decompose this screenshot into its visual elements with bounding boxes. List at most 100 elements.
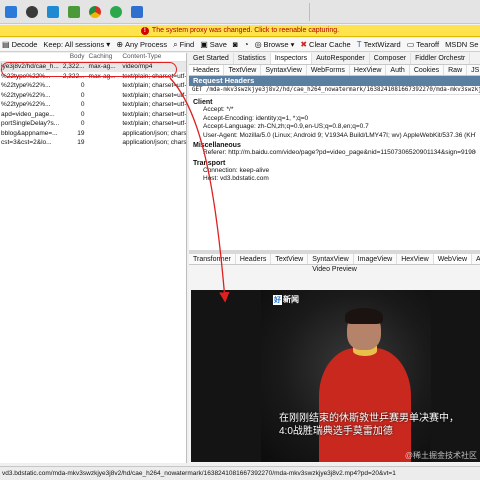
tab-webforms[interactable]: WebForms	[307, 65, 350, 75]
video-preview[interactable]: 好 新闻 在刚刚结束的休斯敦世乒赛男单决赛中， 4:0战胜瑞典选手莫雷加德 @稀…	[191, 290, 480, 462]
chrome-app-icon[interactable]	[86, 3, 104, 21]
any-process-button[interactable]: ⊕ Any Process	[116, 40, 167, 49]
vscode-app-icon[interactable]	[44, 3, 62, 21]
tab-fiddler-orchestr[interactable]: Fiddler Orchestr	[411, 53, 471, 64]
session-cell-url: %22type%22%...	[1, 82, 51, 90]
app-icon-blue[interactable]	[128, 3, 146, 21]
tearoff-button[interactable]: ▭ Tearoff	[407, 40, 439, 49]
header-line[interactable]: User-Agent: Mozilla/5.0 (Linux; Android …	[193, 132, 476, 141]
tab-hexview[interactable]: HexView	[397, 254, 434, 264]
session-cell-body: 0	[80, 110, 85, 118]
tab-syntaxview[interactable]: SyntaxView	[261, 65, 307, 75]
tab-headers[interactable]: Headers	[236, 254, 272, 264]
session-row[interactable]: bblog&appname=... 19 application/json; cha…	[0, 129, 186, 139]
find-button[interactable]: ⌕ Find	[173, 40, 194, 50]
save-button[interactable]: ▣ Save	[200, 40, 227, 49]
fiddler-app-icon[interactable]	[65, 3, 83, 21]
save-icon: ▣	[200, 40, 208, 49]
binoculars-icon: ⌕	[173, 39, 178, 49]
column-body[interactable]: Body	[60, 53, 87, 61]
tab-webview[interactable]: WebView	[433, 254, 472, 264]
request-headers-title: Request Headers	[189, 76, 480, 86]
player-hair	[345, 308, 383, 324]
clear-cache-button[interactable]: ✖ Clear Cache	[300, 40, 350, 49]
tab-raw[interactable]: Raw	[444, 65, 468, 75]
browse-button[interactable]: ◎ Browse ▾	[255, 40, 295, 49]
session-cell-type: text/plain; charset=utf-	[122, 82, 186, 90]
tearoff-icon: ▭	[406, 40, 415, 49]
tab-headers[interactable]: Headers	[189, 65, 225, 75]
session-cell-body: 0	[80, 82, 85, 90]
video-preview-label: Video Preview	[189, 265, 480, 275]
screenshot-button[interactable]: ◙	[233, 40, 238, 49]
session-row[interactable]: cst=3&cst=2&lo... 19 application/json; cha…	[0, 138, 186, 148]
request-line: GET /mda-mkv3swzkjye3j8v2/hd/cae_h264_no…	[189, 86, 480, 95]
session-cell-url: apd=video_page...	[1, 110, 55, 118]
header-line[interactable]: Referer: http://m.baidu.com/video/page?p…	[193, 149, 476, 158]
warning-text: The system proxy was changed. Click to r…	[151, 27, 340, 34]
tab-cookies[interactable]: Cookies	[410, 65, 445, 75]
tab-hexview[interactable]: HexView	[350, 65, 387, 75]
channel-logo: 好 新闻	[273, 294, 299, 305]
tab-autoresponder[interactable]: AutoResponder	[312, 53, 370, 64]
logo-text: 新闻	[283, 295, 299, 304]
header-line[interactable]: Accept-Language: zh-CN,zh;q=0.9,en-US;q=…	[193, 123, 476, 132]
inspector-pane: Get Started Statistics Inspectors AutoRespo…	[189, 53, 480, 463]
app-icon-green[interactable]	[107, 3, 125, 21]
chevron-down-icon: ▾	[106, 40, 111, 49]
session-cell-url: portSingleDelay?s...	[1, 120, 60, 128]
column-url[interactable]	[0, 53, 60, 61]
tab-statistics[interactable]: Statistics	[234, 53, 271, 64]
msdn-search-field[interactable]: MSDN Se	[445, 40, 478, 49]
session-row[interactable]: portSingleDelay?s... 0 text/plain; charset…	[0, 119, 186, 129]
clear-icon: ✖	[300, 40, 308, 49]
timer-icon: ◔	[243, 40, 249, 49]
tab-auth[interactable]: Auth	[472, 254, 480, 264]
tab-inspectors[interactable]: Inspectors	[270, 53, 313, 64]
subtitle-line-2: 4:0战胜瑞典选手莫雷加德	[279, 426, 393, 437]
decode-button[interactable]: ▤ Decode	[2, 40, 37, 49]
bullet-app-icon[interactable]	[23, 3, 41, 21]
player-figure	[319, 308, 411, 462]
tab-composer[interactable]: Composer	[370, 53, 412, 64]
tab-transformer[interactable]: Transformer	[189, 254, 236, 264]
sessions-header: Body Caching Content-Type	[0, 53, 186, 62]
header-group-title[interactable]: Miscellaneous	[193, 142, 476, 149]
session-cell-type: text/plain; charset=utf-	[122, 101, 186, 109]
tab-syntaxview[interactable]: SyntaxView	[308, 254, 354, 264]
session-row[interactable]: %22type%22%... 0 text/plain; charset=utf-	[0, 81, 186, 91]
proxy-warning-bar[interactable]: ! The system proxy was changed. Click to…	[0, 25, 480, 37]
tab-get-started[interactable]: Get Started	[189, 53, 234, 64]
session-row[interactable]: %22type%22%... 0 text/plain; charset=utf-	[0, 91, 186, 101]
textwizard-button[interactable]: T TextWizard	[357, 40, 401, 49]
header-line[interactable]: Accept-Encoding: identity;q=1, *;q=0	[193, 115, 476, 124]
timer-button[interactable]: ◔	[244, 40, 249, 49]
column-caching[interactable]: Caching	[87, 53, 121, 61]
header-group-title[interactable]: Transport	[193, 160, 476, 167]
column-content-type[interactable]: Content-Type	[120, 53, 186, 61]
tab-imageview[interactable]: ImageView	[354, 254, 398, 264]
session-cell-url: %22type%22%...	[1, 101, 51, 109]
tab-textview[interactable]: TextView	[271, 254, 309, 264]
session-cell-body: 0	[80, 120, 85, 128]
explorer-app-icon[interactable]	[2, 3, 20, 21]
camera-icon: ◙	[232, 40, 238, 49]
tab-textview[interactable]: TextView	[224, 65, 262, 75]
warning-icon: !	[140, 26, 149, 35]
tab-js[interactable]: JS	[467, 65, 480, 75]
request-tabs: Headers TextView SyntaxView WebForms HexView…	[189, 65, 480, 76]
video-subtitle: 在刚刚结束的休斯敦世乒赛男单决赛中， 4:0战胜瑞典选手莫雷加德	[279, 412, 479, 438]
header-line[interactable]: Accept: */*	[193, 106, 476, 115]
player-shirt	[319, 348, 411, 462]
session-row[interactable]: %22type%22%... 0 text/plain; charset=utf-	[0, 100, 186, 110]
decode-icon: ▤	[2, 40, 10, 49]
session-row[interactable]: apd=video_page... 0 text/plain; charset=ut…	[0, 110, 186, 120]
chevron-down-icon: ▾	[290, 40, 295, 49]
header-group-title[interactable]: Client	[193, 99, 476, 106]
sessions-list: Body Caching Content-Type jye3j8v2/hd/ca…	[0, 53, 187, 463]
keep-sessions-dropdown[interactable]: Keep: All sessions ▾	[43, 40, 110, 49]
header-line[interactable]: Connection: keep-alive	[193, 167, 476, 176]
header-line[interactable]: Host: vd3.bdstatic.com	[193, 175, 476, 184]
tab-auth[interactable]: Auth	[386, 65, 410, 75]
subtitle-line-1: 在刚刚结束的休斯敦世乒赛男单决赛中，	[279, 413, 459, 424]
